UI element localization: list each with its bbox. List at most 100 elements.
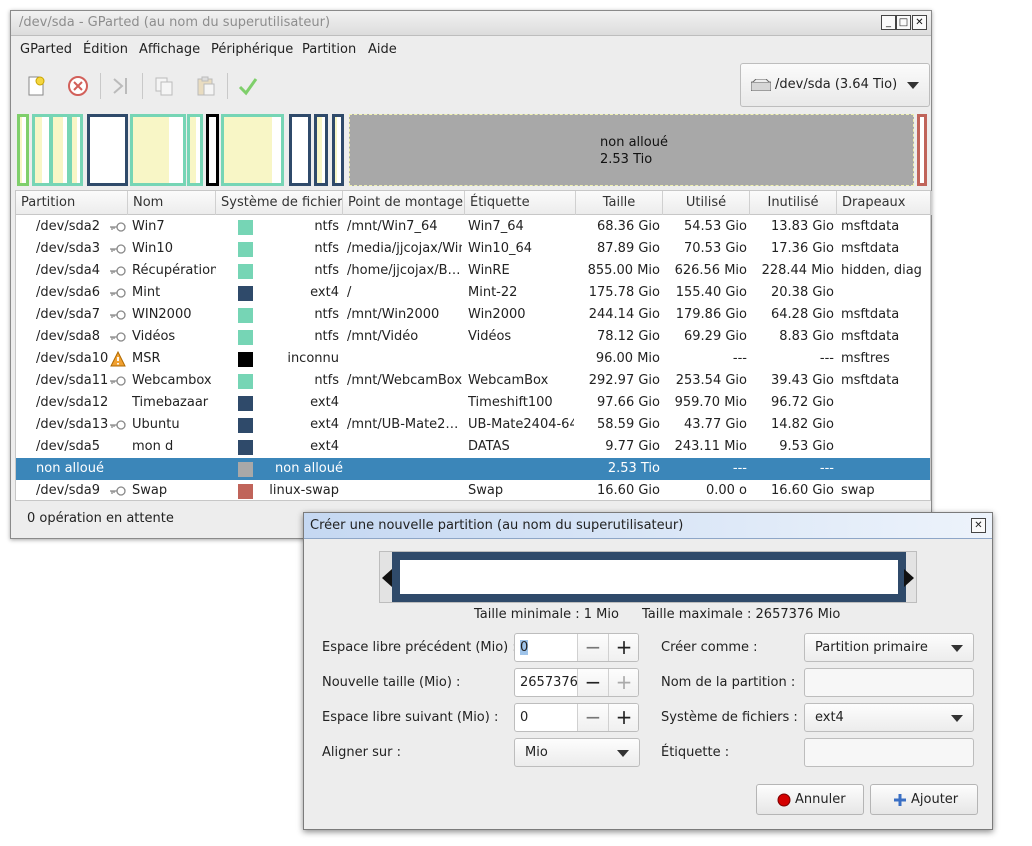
graph-partition-block[interactable] (69, 114, 83, 186)
table-row[interactable]: /dev/sda2 Win7 ntfs/mnt/Win7_64 Win7_64 68.3… (16, 216, 930, 238)
graph-partition-inner (187, 114, 203, 186)
cell-unused: --- (819, 351, 834, 366)
table-row[interactable]: /dev/sda12 Timebazaar ext4 Timeshift100 97.6… (16, 392, 930, 414)
minus-icon[interactable]: − (577, 704, 608, 731)
cancel-button[interactable]: Annuler (756, 784, 864, 815)
graph-partition-block[interactable] (221, 114, 284, 186)
table-row[interactable]: /dev/sda8 Vidéos ntfs/mnt/Vidéo Vidéos 78.12… (16, 326, 930, 348)
dialog-close-button[interactable]: ✕ (971, 518, 986, 533)
partition-resizer[interactable] (379, 551, 917, 603)
graph-unallocated-block[interactable]: non alloué 2.53 Tio (349, 114, 914, 186)
menu-aide[interactable]: Aide (368, 42, 397, 57)
cell-filesystem: inconnu (287, 351, 339, 366)
graph-partition-block[interactable] (17, 114, 29, 186)
menu-partition[interactable]: Partition (302, 42, 356, 57)
cell-size: 855.00 Mio (587, 263, 660, 278)
table-row[interactable]: /dev/sda3 Win10 ntfs/media/jjcojax/Win10_6… (16, 238, 930, 260)
col-name[interactable]: Nom (128, 191, 216, 215)
graph-partition-block[interactable] (50, 114, 70, 186)
add-button[interactable]: Ajouter (870, 784, 978, 815)
create-as-value: Partition primaire (815, 640, 928, 655)
plus-icon[interactable]: + (608, 634, 638, 661)
label-field[interactable] (804, 738, 974, 767)
cell-used: 626.56 Mio (674, 263, 747, 278)
graph-partition-block[interactable] (130, 114, 186, 186)
table-row[interactable]: /dev/sda13 Ubuntu ext4/mnt/UB-Mate2… UB-Mat… (16, 414, 930, 436)
toolbar-separator (100, 73, 101, 99)
graph-partition-block[interactable] (206, 114, 219, 186)
col-flags[interactable]: Drapeaux (837, 191, 932, 215)
graph-partition-block[interactable] (332, 114, 344, 186)
col-mountpoint[interactable]: Point de montage (343, 191, 465, 215)
cell-label: Win7_64 (468, 219, 524, 234)
table-row[interactable]: /dev/sda7 WIN2000 ntfs/mnt/Win2000 Win2000 2… (16, 304, 930, 326)
free-after-spin[interactable]: 0 − + (514, 703, 639, 732)
graph-partition-inner (917, 114, 927, 186)
device-label: /dev/sda (3.64 Tio) (775, 77, 898, 92)
col-partition[interactable]: Partition (16, 191, 128, 215)
cell-partition: /dev/sda6 (36, 285, 100, 300)
close-button[interactable]: ✕ (912, 15, 927, 30)
cell-flags (841, 392, 931, 414)
cell-unused: 20.38 Gio (771, 285, 834, 300)
free-before-spin[interactable]: 0 − + (514, 633, 639, 662)
resize-left-handle-icon[interactable] (382, 569, 392, 587)
free-after-value[interactable]: 0 (520, 710, 528, 725)
graph-partition-block[interactable] (917, 114, 927, 186)
table-row[interactable]: /dev/sda9 Swap linux-swap Swap 16.60 Gio 0.00… (16, 480, 930, 502)
new-icon[interactable] (24, 74, 48, 98)
col-size[interactable]: Taille (576, 191, 663, 215)
graph-partition-inner (206, 114, 219, 186)
col-filesystem[interactable]: Système de fichiers (216, 191, 343, 215)
partition-resize-bar[interactable] (392, 552, 906, 602)
new-size-value[interactable]: 2657376 (520, 675, 578, 690)
table-row[interactable]: /dev/sda10 MSR inconnu 96.00 Mio --- --- msftr… (16, 348, 930, 370)
cell-used: --- (732, 461, 747, 476)
resize-area (400, 560, 898, 594)
graph-partition-block[interactable] (314, 114, 328, 186)
col-used[interactable]: Utilisé (663, 191, 750, 215)
cell-filesystem: ntfs (314, 329, 339, 344)
col-label[interactable]: Étiquette (465, 191, 576, 215)
plus-icon[interactable]: + (608, 704, 638, 731)
table-row[interactable]: /dev/sda6 Mint ext4 / Mint-22 175.78 Gio 155.4… (16, 282, 930, 304)
create-as-combo[interactable]: Partition primaire (804, 633, 974, 662)
new-size-spin[interactable]: 2657376 − + (514, 668, 639, 697)
table-row[interactable]: /dev/sda11 Webcambox ntfs/mnt/WebcamBox Web… (16, 370, 930, 392)
apply-icon[interactable] (236, 74, 260, 98)
minus-icon[interactable]: − (577, 634, 608, 661)
maximize-button[interactable]: □ (896, 15, 911, 30)
device-selector[interactable]: /dev/sda (3.64 Tio) (740, 63, 930, 107)
menu-edition[interactable]: Édition (83, 42, 128, 57)
menu-peripherique[interactable]: Périphérique (211, 42, 293, 57)
delete-icon[interactable] (66, 74, 90, 98)
filesystem-combo[interactable]: ext4 (804, 703, 974, 732)
paste-icon[interactable] (194, 74, 218, 98)
minimize-button[interactable]: _ (881, 15, 896, 30)
table-row[interactable]: /dev/sda4 Récupération ntfs/home/jjcojax/B… (16, 260, 930, 282)
table-row[interactable]: non alloué non alloué 2.53 Tio --- --- (16, 458, 930, 480)
resize-move-icon[interactable] (109, 74, 133, 98)
cell-name: Win7 (132, 219, 165, 234)
menu-gparted[interactable]: GParted (20, 42, 72, 57)
partition-name-field[interactable] (804, 668, 974, 697)
minus-icon[interactable]: − (577, 669, 608, 696)
resize-right-handle-icon[interactable] (904, 569, 914, 587)
graph-partition-block[interactable] (289, 114, 311, 186)
graph-partition-block[interactable] (87, 114, 128, 186)
menu-affichage[interactable]: Affichage (139, 42, 200, 57)
cell-mountpoint (347, 480, 462, 502)
cell-label: Swap (468, 483, 504, 498)
copy-icon[interactable] (152, 74, 176, 98)
graph-partition-block[interactable] (32, 114, 52, 186)
filesystem-color-swatch (238, 286, 253, 301)
cell-label: WinRE (468, 263, 510, 278)
graph-partition-block[interactable] (187, 114, 203, 186)
table-row[interactable]: /dev/sda5 mon d ext4 DATAS 9.77 Gio 243.11 Mi… (16, 436, 930, 458)
free-before-value[interactable]: 0 (520, 640, 529, 655)
cell-label: Mint-22 (468, 285, 518, 300)
align-combo[interactable]: Mio (514, 738, 640, 767)
cell-used: 43.77 Gio (684, 417, 747, 432)
cell-label: Win10_64 (468, 241, 533, 256)
col-unused[interactable]: Inutilisé (750, 191, 837, 215)
